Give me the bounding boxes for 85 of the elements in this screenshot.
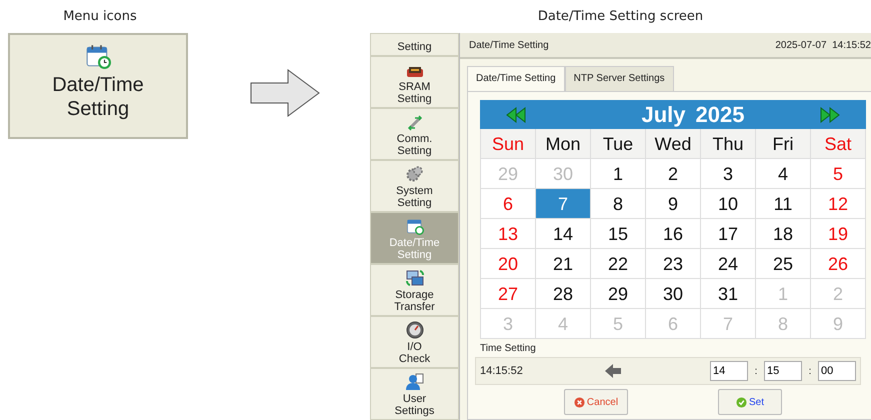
menu-tile-label: Date/Time Setting [52,73,144,121]
weekday-header: Sat [811,129,866,159]
day-cell[interactable]: 29 [591,279,646,309]
day-cell[interactable]: 26 [811,249,866,279]
close-icon [574,396,585,408]
day-cell[interactable]: 30 [646,279,701,309]
weekday-header: Mon [536,129,591,159]
sidebar-item[interactable]: Comm. Setting [370,108,459,160]
sidebar-item[interactable]: Setting [370,33,459,56]
gauge-icon [406,321,424,339]
chip-icon [406,65,424,79]
day-cell[interactable]: 2 [646,159,701,189]
day-cell[interactable]: 10 [701,189,756,219]
calendar-clock-icon [85,43,111,69]
sidebar-item-label: Date/Time Setting [389,237,440,261]
right-arrow-icon [250,69,320,117]
caption: Menu icons [62,8,138,26]
date-time: 2025-07-07 14:15:52 [775,40,871,50]
weekday-header: Fri [756,129,811,159]
gear-icon [406,165,424,183]
wrench-arrows-icon [406,115,424,131]
screen-title: Date/Time Setting [469,40,549,50]
sidebar-item-label: Setting [397,41,432,53]
sidebar-item-label: System Setting [396,185,433,209]
sidebar-item-label: SRAM Setting [397,81,432,105]
time-setting-label: Time Setting [480,343,537,356]
day-cell[interactable]: 8 [591,189,646,219]
check-icon [736,396,747,408]
day-cell[interactable]: 1 [591,159,646,189]
current-time: 14:15:52 [480,365,524,377]
day-cell[interactable]: 16 [646,219,701,249]
sidebar-item-label: Storage Transfer [394,289,435,313]
day-cell[interactable]: 21 [536,249,591,279]
year-label: 2025 [696,102,744,128]
day-cell[interactable]: 20 [481,249,536,279]
month-label: July [642,102,686,128]
second-field[interactable]: 00 [818,361,856,381]
sidebar-item-label: User Settings [394,393,434,417]
calendar-clock-icon [406,217,424,235]
day-cell[interactable]: 9 [646,189,701,219]
day-cell[interactable]: 22 [591,249,646,279]
day-cell[interactable]: 31 [701,279,756,309]
user-icon [406,373,424,391]
previous-month-icon[interactable] [506,106,526,122]
sidebar-item-label: I/O Check [398,341,430,365]
day-cell[interactable]: 24 [701,249,756,279]
day-cell[interactable]: 15 [591,219,646,249]
sidebar-item[interactable]: Storage Transfer [370,264,459,316]
day-cell[interactable]: 3 [701,159,756,189]
weekday-header: Sun [481,129,536,159]
weekday-header: Tue [591,129,646,159]
cancel-button[interactable]: Cancel [564,389,628,415]
day-cell[interactable]: 23 [646,249,701,279]
day-cell[interactable]: 19 [811,219,866,249]
minute-field[interactable]: 15 [764,361,802,381]
storage-transfer-icon [404,269,424,287]
menu-tile[interactable]: Date/Time Setting [8,33,188,139]
sidebar-item[interactable]: I/O Check [370,316,459,368]
day-cell[interactable]: 14 [536,219,591,249]
set-button[interactable]: Set [718,389,782,415]
day-cell[interactable]: 25 [756,249,811,279]
caption: Date/Time Setting screen [536,8,704,26]
tab[interactable]: Date/Time Setting [467,66,565,91]
sidebar-item-label: Comm. Setting [396,133,432,157]
weekday-header: Wed [646,129,701,159]
sidebar-item[interactable]: User Settings [370,368,459,420]
weekday-header: Thu [701,129,756,159]
day-cell[interactable]: 13 [481,219,536,249]
day-cell[interactable]: 18 [756,219,811,249]
sidebar-item[interactable]: System Setting [370,160,459,212]
day-cell[interactable]: 11 [756,189,811,219]
sidebar-item[interactable]: SRAM Setting [370,56,459,108]
day-cell[interactable]: 4 [756,159,811,189]
day-cell[interactable]: 17 [701,219,756,249]
hour-field[interactable]: 14 [710,361,748,381]
day-cell[interactable]: 7 [536,189,591,219]
tab[interactable]: NTP Server Settings [564,66,674,91]
day-cell[interactable]: 12 [811,189,866,219]
left-arrow-icon[interactable] [604,363,622,379]
next-month-icon[interactable] [820,106,840,122]
day-cell[interactable]: 28 [536,279,591,309]
day-cell[interactable]: 5 [811,159,866,189]
separator: : [754,366,758,376]
separator: : [808,366,812,376]
day-cell[interactable]: 27 [481,279,536,309]
